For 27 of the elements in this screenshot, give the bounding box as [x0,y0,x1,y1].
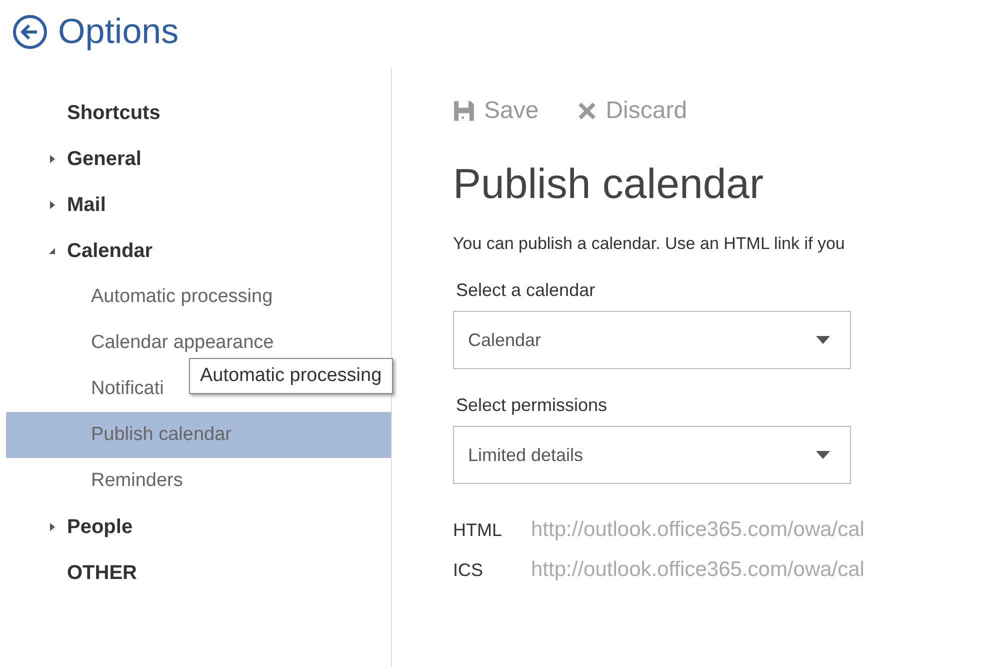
sidebar-section[interactable]: People [67,516,133,538]
sidebar-heading: OTHER [67,562,137,584]
sidebar-item[interactable]: Publish calendar [6,412,391,458]
close-icon [576,101,597,121]
description-text: You can publish a calendar. Use an HTML link if you [453,234,846,254]
collapsed-arrow-icon[interactable] [48,201,56,209]
sidebar-section[interactable]: Calendar [67,240,153,262]
dropdown-caret-icon [816,451,830,459]
dropdown[interactable]: Limited details [453,426,851,484]
back-icon[interactable] [12,14,48,50]
link-label: HTML [453,520,503,540]
section-title: Publish calendar [453,159,765,209]
page-title: Options [58,12,179,52]
sidebar-section[interactable]: Mail [67,194,106,216]
sidebar-item[interactable]: Automatic processing [6,274,391,320]
collapsed-arrow-icon[interactable] [48,523,56,531]
sidebar-heading: Shortcuts [67,102,160,124]
field-label: Select a calendar [456,280,596,301]
sidebar-section[interactable]: General [67,148,142,170]
field-label: Select permissions [456,395,608,416]
dropdown-caret-icon [816,336,830,344]
tooltip: Automatic processing [189,358,393,394]
sidebar-item[interactable]: Reminders [6,458,391,504]
link-label: ICS [453,560,484,580]
expanded-arrow-icon[interactable] [48,247,56,255]
dropdown[interactable]: Calendar [453,311,851,369]
collapsed-arrow-icon[interactable] [48,155,56,163]
